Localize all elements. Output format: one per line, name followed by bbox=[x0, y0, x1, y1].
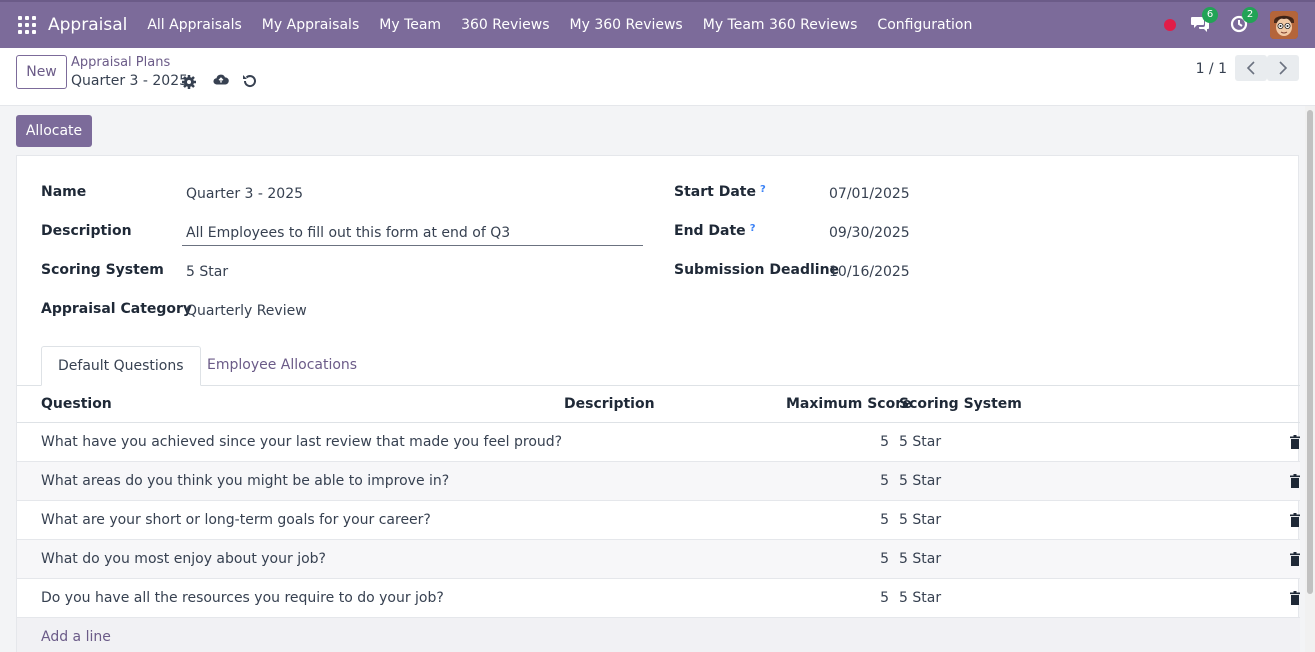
activities-badge: 2 bbox=[1242, 7, 1258, 23]
row-scoring-system[interactable]: 5 Star bbox=[899, 512, 941, 528]
tab-employee-allocations[interactable]: Employee Allocations bbox=[191, 346, 373, 386]
allocate-button[interactable]: Allocate bbox=[16, 115, 92, 147]
apps-grid-icon[interactable] bbox=[18, 16, 36, 34]
new-button[interactable]: New bbox=[16, 55, 67, 89]
description-label: Description bbox=[41, 223, 132, 239]
submission-deadline-field[interactable]: 10/16/2025 bbox=[829, 264, 910, 280]
row-max-score[interactable]: 5 bbox=[880, 551, 889, 567]
record-title: Quarter 3 - 2025 bbox=[71, 73, 189, 89]
end-date-field[interactable]: 09/30/2025 bbox=[829, 225, 910, 241]
menu-my-team-360-reviews[interactable]: My Team 360 Reviews bbox=[693, 17, 868, 33]
menu-my-team[interactable]: My Team bbox=[369, 17, 451, 33]
pager-next-button[interactable] bbox=[1267, 55, 1299, 81]
avatar-face-icon bbox=[1270, 11, 1298, 39]
start-date-field[interactable]: 07/01/2025 bbox=[829, 186, 910, 202]
row-question[interactable]: What do you most enjoy about your job? bbox=[41, 551, 326, 567]
menu-all-appraisals[interactable]: All Appraisals bbox=[137, 17, 251, 33]
submission-deadline-label: Submission Deadline bbox=[674, 262, 840, 278]
activities-button[interactable]: 2 bbox=[1230, 7, 1258, 35]
messages-button[interactable]: 6 bbox=[1190, 7, 1218, 35]
row-scoring-system[interactable]: 5 Star bbox=[899, 590, 941, 606]
row-question[interactable]: What have you achieved since your last r… bbox=[41, 434, 562, 450]
gear-icon[interactable] bbox=[181, 74, 197, 90]
discard-undo-icon[interactable] bbox=[242, 73, 258, 89]
row-max-score[interactable]: 5 bbox=[880, 434, 889, 450]
control-panel: New Appraisal Plans Quarter 3 - 2025 1 /… bbox=[0, 48, 1315, 106]
breadcrumb-appraisal-plans[interactable]: Appraisal Plans bbox=[71, 55, 170, 70]
row-max-score[interactable]: 5 bbox=[880, 590, 889, 606]
scoring-system-label: Scoring System bbox=[41, 262, 164, 278]
add-a-line-link[interactable]: Add a line bbox=[41, 629, 111, 645]
end-date-label: End Date? bbox=[674, 223, 756, 239]
row-scoring-system[interactable]: 5 Star bbox=[899, 434, 941, 450]
page-scrollbar[interactable] bbox=[1305, 106, 1315, 652]
notebook-tabs: Default Questions Employee Allocations bbox=[17, 346, 1300, 386]
trash-icon[interactable] bbox=[1290, 513, 1300, 527]
messages-badge: 6 bbox=[1202, 7, 1218, 23]
column-scoring-system[interactable]: Scoring System bbox=[899, 396, 1022, 412]
trash-icon[interactable] bbox=[1290, 591, 1300, 605]
chevron-right-icon bbox=[1279, 61, 1288, 75]
table-row[interactable]: Do you have all the resources you requir… bbox=[17, 579, 1300, 618]
description-value[interactable]: All Employees to fill out this form at e… bbox=[186, 225, 510, 241]
column-maximum-score[interactable]: Maximum Score bbox=[786, 396, 912, 412]
menu-my-360-reviews[interactable]: My 360 Reviews bbox=[560, 17, 693, 33]
chevron-left-icon bbox=[1246, 61, 1255, 75]
column-description[interactable]: Description bbox=[564, 396, 655, 412]
appraisal-category-label: Appraisal Category bbox=[41, 301, 193, 317]
top-navbar: Appraisal All Appraisals My Appraisals M… bbox=[0, 0, 1315, 48]
scrollbar-thumb[interactable] bbox=[1307, 110, 1313, 594]
trash-icon[interactable] bbox=[1290, 435, 1300, 449]
trash-icon[interactable] bbox=[1290, 474, 1300, 488]
name-field[interactable]: Quarter 3 - 2025 bbox=[186, 186, 303, 202]
pager-value[interactable]: 1 / 1 bbox=[1196, 61, 1227, 77]
table-row[interactable]: What do you most enjoy about your job? 5… bbox=[17, 540, 1300, 579]
cloud-upload-icon[interactable] bbox=[213, 72, 229, 88]
row-scoring-system[interactable]: 5 Star bbox=[899, 551, 941, 567]
end-date-label-text: End Date bbox=[674, 223, 746, 239]
recording-dot-icon[interactable] bbox=[1164, 19, 1176, 31]
start-date-help-icon[interactable]: ? bbox=[760, 184, 766, 195]
row-question[interactable]: What are your short or long-term goals f… bbox=[41, 512, 431, 528]
navbar-systray: 6 2 bbox=[1164, 2, 1315, 48]
menu-configuration[interactable]: Configuration bbox=[867, 17, 982, 33]
menu-360-reviews[interactable]: 360 Reviews bbox=[451, 17, 559, 33]
row-max-score[interactable]: 5 bbox=[880, 473, 889, 489]
trash-icon[interactable] bbox=[1290, 552, 1300, 566]
app-brand[interactable]: Appraisal bbox=[48, 15, 127, 35]
row-question[interactable]: What areas do you think you might be abl… bbox=[41, 473, 449, 489]
table-row[interactable]: What have you achieved since your last r… bbox=[17, 423, 1300, 462]
start-date-label: Start Date? bbox=[674, 184, 766, 200]
table-row[interactable]: What areas do you think you might be abl… bbox=[17, 462, 1300, 501]
menu-my-appraisals[interactable]: My Appraisals bbox=[252, 17, 369, 33]
user-avatar[interactable] bbox=[1270, 11, 1298, 39]
start-date-label-text: Start Date bbox=[674, 184, 756, 200]
scoring-system-field[interactable]: 5 Star bbox=[186, 264, 228, 280]
column-question[interactable]: Question bbox=[41, 396, 112, 412]
row-max-score[interactable]: 5 bbox=[880, 512, 889, 528]
pager-previous-button[interactable] bbox=[1235, 55, 1267, 81]
table-header: Question Description Maximum Score Scori… bbox=[17, 386, 1300, 423]
form-sheet: Name Quarter 3 - 2025 Description All Em… bbox=[16, 155, 1300, 652]
row-scoring-system[interactable]: 5 Star bbox=[899, 473, 941, 489]
row-question[interactable]: Do you have all the resources you requir… bbox=[41, 590, 444, 606]
name-label: Name bbox=[41, 184, 87, 200]
end-date-help-icon[interactable]: ? bbox=[750, 223, 756, 234]
tab-default-questions[interactable]: Default Questions bbox=[41, 346, 201, 386]
table-row[interactable]: What are your short or long-term goals f… bbox=[17, 501, 1300, 540]
appraisal-category-field[interactable]: Quarterly Review bbox=[186, 303, 307, 319]
add-line-row: Add a line bbox=[17, 618, 1300, 652]
